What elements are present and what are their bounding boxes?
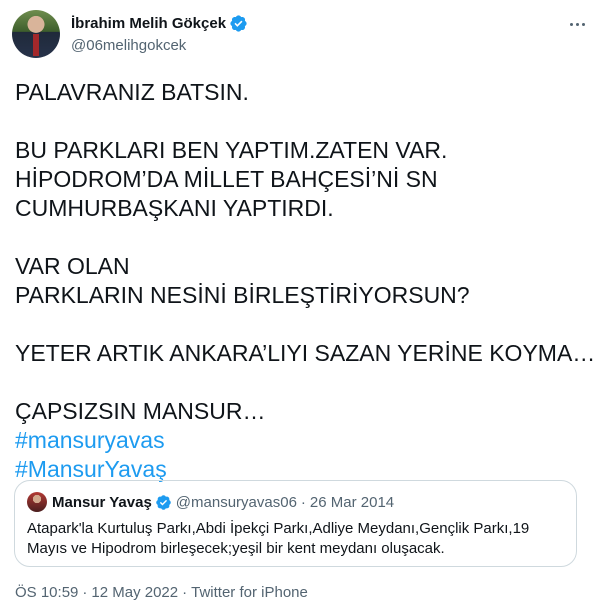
author-avatar[interactable] [12, 10, 60, 58]
tweet-line: BU PARKLARI BEN YAPTIM.ZATEN VAR. [15, 137, 448, 163]
author-names: İbrahim Melih Gökçek @06melihgokcek [71, 13, 248, 54]
quoted-author-name: Mansur Yavaş [52, 493, 152, 511]
tweet-line: CUMHURBAŞKANI YAPTIRDI. [15, 195, 334, 221]
quoted-date: 26 Mar 2014 [309, 493, 395, 511]
author-name[interactable]: İbrahim Melih Gökçek [71, 15, 226, 32]
tweet-date[interactable]: 12 May 2022 [91, 584, 178, 601]
tweet-time[interactable]: ÖS 10:59 [15, 584, 78, 601]
verified-badge-icon [230, 14, 247, 32]
tweet-line: YETER ARTIK ANKARA’LIYI SAZAN YERİNE KOY… [15, 340, 596, 366]
tweet-line: VAR OLAN [15, 253, 130, 279]
quoted-tweet-header: Mansur Yavaş @mansuryavas06 · 26 Mar 201… [27, 492, 394, 512]
tweet-text: PALAVRANIZ BATSIN. BU PARKLARI BEN YAPTI… [15, 78, 596, 484]
quoted-author-avatar [27, 492, 47, 512]
meta-separator: · [182, 584, 188, 601]
tweet-line: ÇAPSIZSIN MANSUR… [15, 398, 266, 424]
more-options-icon[interactable] [565, 12, 589, 36]
tweet-line: HİPODROM’DA MİLLET BAHÇESİ’Nİ SN [15, 166, 438, 192]
tweet-metadata: ÖS 10:59 · 12 May 2022 · Twitter for iPhone [15, 584, 308, 601]
tweet-line: PALAVRANIZ BATSIN. [15, 79, 249, 105]
tweet-line: PARKLARIN NESİNİ BİRLEŞTİRİYORSUN? [15, 282, 470, 308]
tweet-card: İbrahim Melih Gökçek @06melihgokcek PALA… [0, 0, 601, 615]
verified-badge-icon [156, 494, 171, 510]
quoted-author-handle: @mansuryavas06 [175, 493, 297, 511]
meta-separator: · [82, 584, 88, 601]
quoted-separator: · [300, 493, 306, 511]
hashtag-link[interactable]: #mansuryavas [15, 426, 590, 455]
tweet-source[interactable]: Twitter for iPhone [191, 584, 308, 601]
author-handle[interactable]: @06melihgokcek [71, 37, 248, 54]
author-name-row: İbrahim Melih Gökçek [71, 13, 248, 33]
quoted-tweet-text: Atapark'la Kurtuluş Parkı,Abdi İpekçi Pa… [27, 520, 530, 557]
avatar-tie [33, 34, 39, 56]
tweet-header: İbrahim Melih Gökçek @06melihgokcek [12, 10, 589, 60]
quoted-tweet[interactable]: Mansur Yavaş @mansuryavas06 · 26 Mar 201… [14, 480, 577, 567]
